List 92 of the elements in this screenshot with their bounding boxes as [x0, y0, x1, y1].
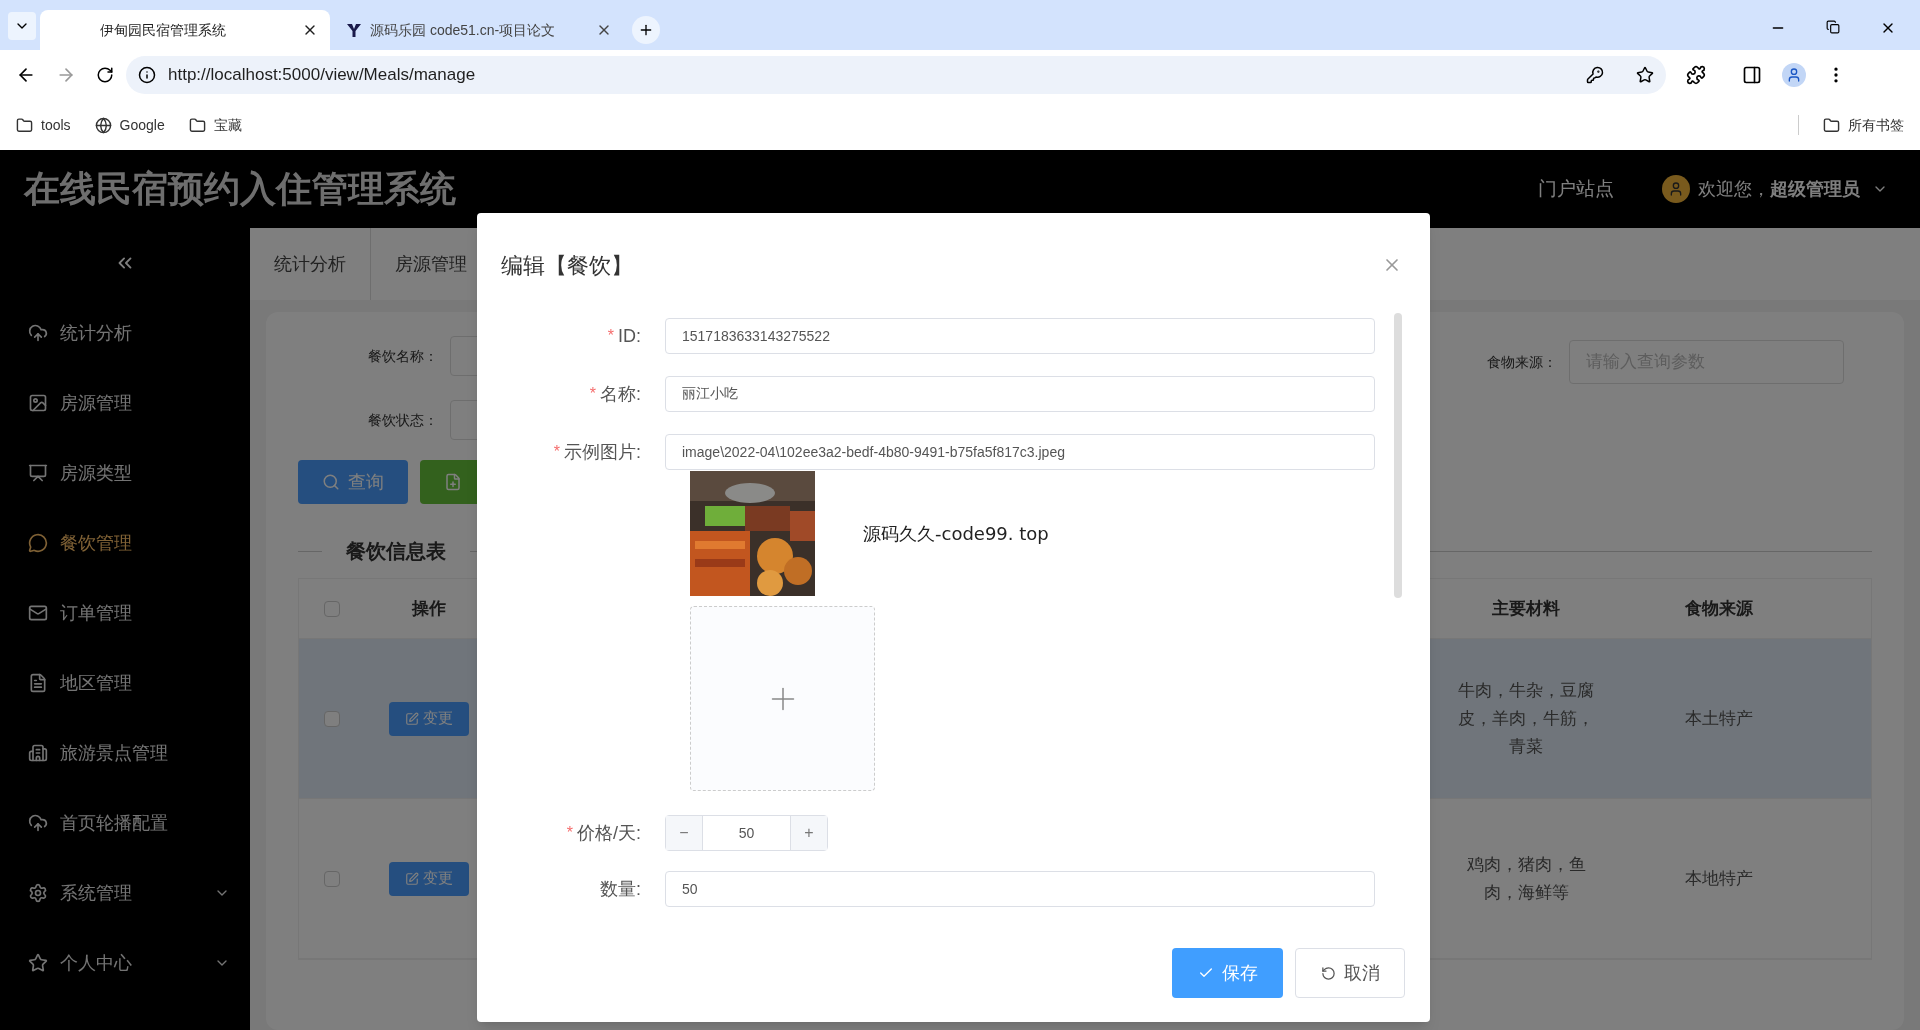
folder-icon — [188, 116, 206, 134]
required-mark: * — [607, 326, 614, 346]
edit-icon — [405, 871, 419, 886]
folder-icon — [1823, 116, 1840, 134]
number-stepper[interactable]: − 50 + — [665, 815, 828, 851]
profile-icon[interactable] — [1782, 63, 1806, 87]
globe-icon — [94, 116, 112, 134]
sidebar-item[interactable]: 订单管理 — [0, 578, 250, 648]
search-label: 餐饮名称： — [368, 346, 438, 366]
settings-icon — [28, 883, 48, 903]
plus-icon — [638, 22, 654, 38]
tab-title: 伊甸园民宿管理系统 — [99, 20, 227, 40]
form-label: 数量: — [600, 877, 641, 901]
document-icon — [28, 673, 48, 693]
sidebar-item[interactable]: 餐饮管理 — [0, 508, 250, 578]
folder-icon — [16, 116, 33, 134]
url-text: http://localhost:5000/view/Meals/manage — [168, 64, 477, 87]
form-label: 价格/天: — [577, 821, 641, 845]
cloud-upload-icon — [28, 813, 48, 833]
cloud-upload-icon — [28, 323, 48, 343]
presentation-board-icon — [28, 463, 48, 483]
table-cell-text: 本土特产 — [1683, 707, 1754, 730]
sidebar-item[interactable]: 地区管理 — [0, 648, 250, 718]
decrease-button[interactable]: − — [666, 816, 703, 850]
required-mark: * — [589, 384, 596, 404]
form-label: 示例图片: — [564, 440, 641, 464]
side-panel-icon[interactable] — [1742, 65, 1762, 85]
all-bookmarks[interactable]: 所有书签 — [1823, 114, 1904, 136]
stepper-value: 50 — [737, 823, 756, 843]
sidebar-item[interactable]: 房源管理 — [0, 368, 250, 438]
checkbox[interactable] — [323, 600, 340, 617]
portal-link[interactable]: 门户站点 — [1538, 174, 1614, 204]
welcome-text: 欢迎您， — [1698, 177, 1770, 201]
page-tab[interactable]: 统计分析 — [250, 228, 371, 300]
bookmark[interactable]: 宝藏 — [188, 114, 242, 136]
sidebar-item[interactable]: 个人中心 — [0, 928, 250, 998]
add-file-icon — [444, 473, 462, 491]
mail-icon — [28, 603, 48, 623]
browser-tab[interactable]: 源码乐园 code51.cn-项目论文 — [334, 10, 624, 50]
required-mark: * — [566, 823, 573, 843]
bookmark-star-icon[interactable] — [1636, 66, 1654, 84]
restore-icon[interactable] — [1826, 20, 1840, 34]
search-label: 食物来源： — [1487, 352, 1557, 372]
checkbox[interactable] — [323, 710, 340, 727]
tab-list-button[interactable] — [8, 12, 36, 40]
extensions-icon[interactable] — [1686, 65, 1706, 85]
required-mark: * — [553, 442, 560, 462]
sidebar-item[interactable]: 首页轮播配置 — [0, 788, 250, 858]
table-cell-text: 牛肉，牛杂，豆腐皮，羊肉，牛筋，青菜 — [1457, 679, 1595, 758]
text-field[interactable]: 1517183633143275522 — [665, 318, 1375, 354]
browser-tab[interactable]: 伊甸园民宿管理系统 — [40, 10, 330, 50]
save-button[interactable]: 保存 — [1172, 948, 1283, 998]
app-title: 在线民宿预约入住管理系统 — [24, 167, 456, 211]
column-header: 主要材料 — [1491, 597, 1561, 620]
chat-bubble-icon — [28, 533, 48, 553]
increase-button[interactable]: + — [790, 816, 827, 850]
bookmark[interactable]: Google — [94, 114, 165, 136]
sidebar-item[interactable]: 房源类型 — [0, 438, 250, 508]
site-info-icon[interactable] — [138, 66, 156, 84]
column-header: 操作 — [410, 597, 447, 620]
building-icon — [28, 743, 48, 763]
column-header: 食物来源 — [1683, 597, 1754, 620]
text-field[interactable]: 丽江小吃 — [665, 376, 1375, 412]
edit-icon — [405, 711, 419, 726]
reload-icon[interactable] — [96, 66, 114, 84]
address-bar[interactable]: http://localhost:5000/view/Meals/manage — [126, 56, 1666, 94]
site-logo-icon — [346, 22, 362, 38]
image-icon — [28, 393, 48, 413]
key-icon[interactable] — [1586, 66, 1604, 84]
checkbox[interactable] — [323, 870, 340, 887]
bookmark[interactable]: tools — [16, 114, 71, 136]
table-cell-text: 本地特产 — [1683, 867, 1754, 890]
sidebar-item[interactable]: 统计分析 — [0, 298, 250, 368]
table-title: 餐饮信息表 — [346, 539, 446, 564]
form-label: ID: — [618, 324, 641, 348]
form-label: 名称: — [600, 382, 641, 406]
text-field[interactable]: image\2022-04\102ee3a2-bedf-4b80-9491-b75fa5f817c3.jpeg — [665, 434, 1375, 470]
dialog-title: 编辑【餐饮】 — [501, 251, 633, 280]
cancel-button[interactable]: 取消 — [1295, 948, 1405, 998]
search-icon — [322, 473, 340, 491]
image-caption: 源码久久-code99. top — [863, 522, 1049, 546]
sidebar-item[interactable]: 系统管理 — [0, 858, 250, 928]
undo-icon — [1320, 965, 1336, 981]
star-icon — [28, 953, 48, 973]
avatar-icon[interactable] — [1662, 175, 1690, 203]
sidebar-item[interactable]: 旅游景点管理 — [0, 718, 250, 788]
table-cell-text: 鸡肉，猪肉，鱼肉，海鲜等 — [1465, 853, 1587, 904]
search-label: 餐饮状态： — [368, 410, 438, 430]
new-tab-button[interactable] — [632, 16, 660, 44]
user-name[interactable]: 超级管理员 — [1770, 175, 1860, 203]
tab-title: 源码乐园 code51.cn-项目论文 — [370, 20, 557, 40]
text-field[interactable]: 50 — [665, 871, 1375, 907]
